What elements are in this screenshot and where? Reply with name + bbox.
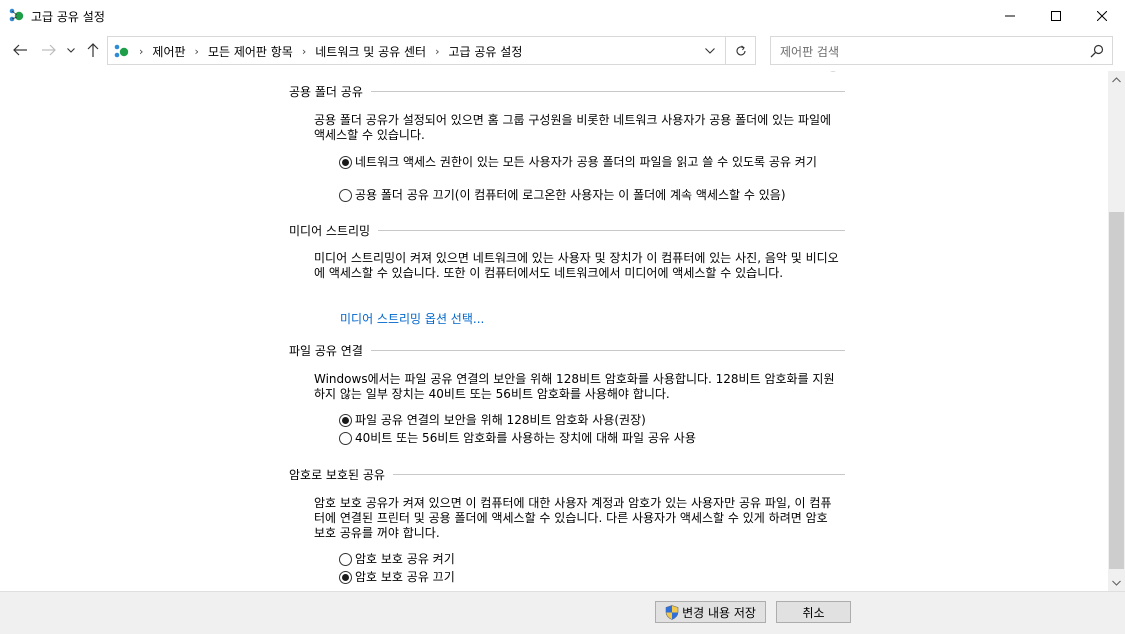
radio-button-checked[interactable] xyxy=(339,156,352,169)
save-changes-label: 변경 내용 저장 xyxy=(682,605,756,620)
breadcrumb-item-network-center[interactable]: 네트워크 및 공유 센터 xyxy=(315,43,426,60)
maximize-button[interactable] xyxy=(1033,0,1079,31)
refresh-icon xyxy=(736,45,746,55)
radio-button-checked[interactable] xyxy=(339,414,352,427)
radio-public-folder-on[interactable]: 네트워크 액세스 권한이 있는 모든 사용자가 공용 폴더의 파일을 읽고 쓸 … xyxy=(339,155,839,170)
section-divider xyxy=(392,474,845,475)
back-button[interactable] xyxy=(11,41,29,59)
recent-locations-button[interactable] xyxy=(65,41,77,59)
address-dropdown-button[interactable] xyxy=(696,37,723,64)
close-icon xyxy=(1097,10,1107,21)
section-media-streaming: 미디어 스트리밍 xyxy=(289,222,845,239)
arrow-up-icon xyxy=(87,43,99,57)
scroll-down-button[interactable] xyxy=(1108,574,1125,591)
chevron-down-icon xyxy=(704,47,715,54)
radio-label[interactable]: 40비트 또는 56비트 암호화를 사용하는 장치에 대해 파일 공유 사용 xyxy=(355,431,696,446)
breadcrumb-separator: › xyxy=(139,44,144,58)
radio-button-checked[interactable] xyxy=(339,571,352,584)
section-title: 미디어 스트리밍 xyxy=(289,224,371,238)
radio-label[interactable]: 공용 폴더 공유 끄기(이 컴퓨터에 로그온한 사용자는 이 폴더에 계속 액세… xyxy=(355,188,786,203)
radio-button[interactable] xyxy=(339,189,352,202)
section-divider xyxy=(370,350,845,351)
radio-label[interactable]: 파일 공유 연결의 보안을 위해 128비트 암호화 사용(권장) xyxy=(355,413,646,428)
radio-label[interactable]: 암호 보호 공유 끄기 xyxy=(355,570,455,585)
chevron-down-icon xyxy=(67,47,75,53)
radio-40-56bit-encryption[interactable]: 40비트 또는 56비트 암호화를 사용하는 장치에 대해 파일 공유 사용 xyxy=(339,431,839,446)
minimize-icon xyxy=(1005,15,1015,16)
radio-public-folder-off[interactable]: 공용 폴더 공유 끄기(이 컴퓨터에 로그온한 사용자는 이 폴더에 계속 액세… xyxy=(339,188,839,203)
close-button[interactable] xyxy=(1079,0,1125,31)
radio-button[interactable] xyxy=(339,553,352,566)
cancel-label: 취소 xyxy=(802,605,825,620)
section-description: 미디어 스트리밍이 켜져 있으면 네트워크에 있는 사용자 및 장치가 이 컴퓨… xyxy=(314,251,839,280)
section-divider xyxy=(370,91,845,92)
radio-128bit-encryption[interactable]: 파일 공유 연결의 보안을 위해 128비트 암호화 사용(권장) xyxy=(339,413,839,428)
section-password-protected: 암호로 보호된 공유 xyxy=(289,466,845,483)
address-bar[interactable]: › 제어판 › 모든 제어판 항목 › 네트워크 및 공유 센터 › 고급 공유… xyxy=(107,36,756,65)
navigation-bar: › 제어판 › 모든 제어판 항목 › 네트워크 및 공유 센터 › 고급 공유… xyxy=(0,31,1125,71)
breadcrumb: › 제어판 › 모든 제어판 항목 › 네트워크 및 공유 센터 › 고급 공유… xyxy=(130,43,522,59)
breadcrumb-item-advanced-sharing[interactable]: 고급 공유 설정 xyxy=(448,43,522,60)
section-description: Windows에서는 파일 공유 연결의 보안을 위해 128비트 암호화를 사… xyxy=(314,372,835,401)
section-title: 공용 폴더 공유 xyxy=(289,85,363,99)
radio-label[interactable]: 암호 보호 공유 켜기 xyxy=(355,552,455,567)
collapse-chevron-icon[interactable] xyxy=(823,71,843,75)
radio-password-off[interactable]: 암호 보호 공유 끄기 xyxy=(339,570,839,585)
window-title: 고급 공유 설정 xyxy=(31,10,105,24)
section-title: 파일 공유 연결 xyxy=(289,344,363,358)
network-icon xyxy=(9,8,24,22)
scroll-up-button[interactable] xyxy=(1108,71,1125,88)
breadcrumb-item-all-items[interactable]: 모든 제어판 항목 xyxy=(208,43,293,60)
section-title: 암호로 보호된 공유 xyxy=(289,468,385,482)
radio-button[interactable] xyxy=(339,432,352,445)
radio-password-on[interactable]: 암호 보호 공유 켜기 xyxy=(339,552,839,567)
vertical-scrollbar[interactable] xyxy=(1108,71,1125,591)
settings-content: 공용 폴더 공유 공용 폴더 공유가 설정되어 있으면 홈 그룹 구성원을 비롯… xyxy=(0,71,1108,591)
search-icon[interactable] xyxy=(1089,43,1105,59)
cancel-button[interactable]: 취소 xyxy=(776,601,851,623)
section-file-sharing: 파일 공유 연결 xyxy=(289,342,845,359)
control-panel-icon xyxy=(114,44,129,58)
refresh-button[interactable] xyxy=(726,37,755,64)
breadcrumb-separator[interactable]: › xyxy=(302,45,306,58)
minimize-button[interactable] xyxy=(987,0,1033,31)
breadcrumb-separator[interactable]: › xyxy=(195,45,199,58)
title-bar: 고급 공유 설정 xyxy=(0,0,1125,31)
section-divider xyxy=(378,230,845,231)
maximize-icon xyxy=(1051,10,1061,21)
chevron-up-icon xyxy=(1112,76,1121,82)
forward-button[interactable] xyxy=(40,41,58,59)
breadcrumb-item-control-panel[interactable]: 제어판 xyxy=(152,43,185,60)
up-button[interactable] xyxy=(84,41,102,59)
section-description: 암호 보호 공유가 켜져 있으면 이 컴퓨터에 대한 사용자 계정과 암호가 있… xyxy=(314,496,832,540)
radio-label[interactable]: 네트워크 액세스 권한이 있는 모든 사용자가 공용 폴더의 파일을 읽고 쓸 … xyxy=(355,155,817,170)
uac-shield-icon xyxy=(665,604,679,620)
arrow-left-icon xyxy=(13,44,27,56)
section-public-folder: 공용 폴더 공유 xyxy=(289,83,845,100)
scroll-thumb[interactable] xyxy=(1109,212,1124,569)
save-changes-button[interactable]: 변경 내용 저장 xyxy=(655,601,766,623)
search-box[interactable]: 제어판 검색 xyxy=(770,36,1113,65)
media-streaming-options-link[interactable]: 미디어 스트리밍 옵션 선택... xyxy=(340,310,484,327)
section-description: 공용 폴더 공유가 설정되어 있으면 홈 그룹 구성원을 비롯한 네트워크 사용… xyxy=(314,113,832,142)
arrow-right-icon xyxy=(42,44,56,56)
search-input[interactable]: 제어판 검색 xyxy=(780,43,839,60)
chevron-down-icon xyxy=(1112,580,1121,586)
action-bar: 변경 내용 저장 취소 xyxy=(0,591,1125,634)
breadcrumb-separator[interactable]: › xyxy=(435,45,439,58)
